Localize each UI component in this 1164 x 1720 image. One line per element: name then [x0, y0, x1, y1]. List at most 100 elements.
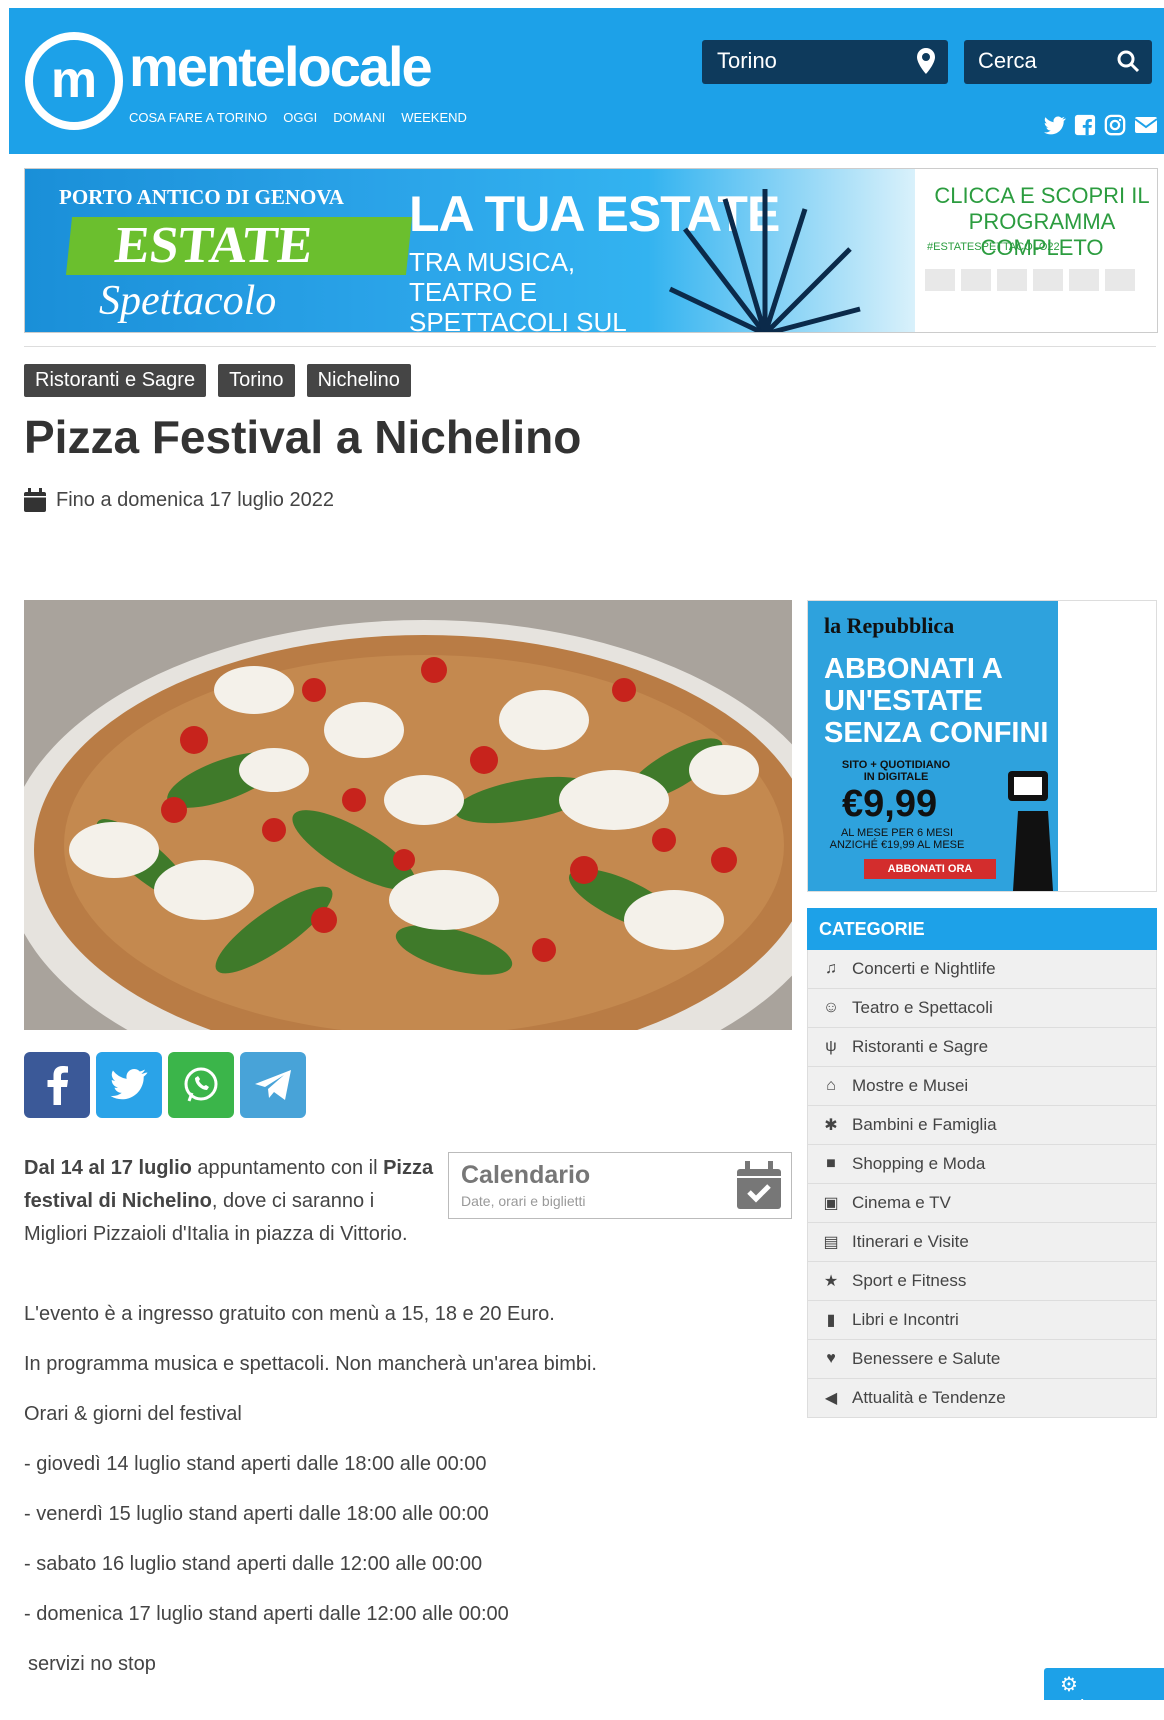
- share-twitter-button[interactable]: [96, 1052, 162, 1118]
- calendar-icon: [24, 488, 46, 512]
- tag-torino[interactable]: Torino: [218, 364, 295, 397]
- article-tags: Ristoranti e Sagre Torino Nichelino: [24, 364, 411, 397]
- category-benessere[interactable]: ♥ Benessere e Salute: [807, 1340, 1157, 1379]
- article-intro: Dal 14 al 17 luglio appuntamento con il …: [24, 1152, 434, 1251]
- sponsor-logo: [997, 269, 1027, 291]
- sponsor-logo: [961, 269, 991, 291]
- category-label: Sport e Fitness: [852, 1271, 967, 1290]
- stroller-icon: ✱: [824, 1117, 838, 1134]
- ad-subscribe-button[interactable]: ABBONATI ORA: [864, 859, 996, 879]
- article-image: [24, 600, 792, 1030]
- telegram-icon: [255, 1070, 291, 1100]
- location-label: Torino: [717, 48, 777, 73]
- ad-headline: ABBONATI A UN'ESTATE SENZA CONFINI: [824, 653, 1049, 749]
- ad-price-note: AL MESE PER 6 MESI ANZICHÉ €19,99 AL MES…: [829, 827, 965, 851]
- tag-nichelino[interactable]: Nichelino: [306, 364, 411, 397]
- paragraph-ingresso: L'evento è a ingresso gratuito con menù …: [24, 1303, 555, 1325]
- category-mostre[interactable]: ⌂ Mostre e Musei: [807, 1067, 1157, 1106]
- share-whatsapp-button[interactable]: [168, 1052, 234, 1118]
- schedule-venerdi: - venerdì 15 luglio stand aperti dalle 1…: [24, 1503, 489, 1525]
- intro-text-1: appuntamento con il: [191, 1157, 384, 1179]
- category-label: Libri e Incontri: [852, 1310, 959, 1329]
- nav-weekend[interactable]: WEEKEND: [401, 110, 467, 125]
- category-label: Attualità e Tendenze: [852, 1388, 1006, 1407]
- ad-figure-graphic: [1008, 771, 1053, 891]
- banner-subline: TRA MUSICA, TEATRO E SPETTACOLI SUL MARE…: [409, 247, 626, 333]
- nav-domani[interactable]: DOMANI: [333, 110, 385, 125]
- social-links: [1044, 114, 1158, 136]
- search-label: Cerca: [978, 48, 1037, 73]
- share-buttons: [24, 1052, 306, 1118]
- category-concerti[interactable]: ♫ Concerti e Nightlife: [807, 950, 1157, 989]
- runner-icon: ★: [823, 1273, 839, 1290]
- category-bambini[interactable]: ✱ Bambini e Famiglia: [807, 1106, 1157, 1145]
- sponsor-logo: [925, 269, 955, 291]
- image-icon: ▤: [823, 1234, 839, 1251]
- category-ristoranti[interactable]: ψ Ristoranti e Sagre: [807, 1028, 1157, 1067]
- paragraph-servizi: servizi no stop: [28, 1653, 156, 1675]
- instagram-icon[interactable]: [1104, 114, 1126, 136]
- share-telegram-button[interactable]: [240, 1052, 306, 1118]
- category-sport[interactable]: ★ Sport e Fitness: [807, 1262, 1157, 1301]
- sponsor-logo: [1105, 269, 1135, 291]
- sponsor-logo: [1033, 269, 1063, 291]
- schedule-domenica: - domenica 17 luglio stand aperti dalle …: [24, 1603, 509, 1625]
- sponsor-logos: [925, 269, 1149, 321]
- categories-title: CATEGORIE: [807, 908, 1157, 950]
- ad-price: €9,99: [842, 783, 938, 825]
- category-label: Concerti e Nightlife: [852, 959, 996, 978]
- agave-graphic: [668, 189, 861, 332]
- banner-side: CLICCA E SCOPRI IL PROGRAMMA COMPLETO #E…: [915, 169, 1157, 332]
- category-cinema[interactable]: ▣ Cinema e TV: [807, 1184, 1157, 1223]
- heart-icon: ♥: [826, 1350, 836, 1367]
- category-label: Mostre e Musei: [852, 1076, 969, 1095]
- banner-hashtag: #ESTATESPETTACOLO22: [927, 241, 1060, 253]
- tag-ristoranti[interactable]: Ristoranti e Sagre: [24, 364, 207, 397]
- facebook-icon: [47, 1066, 68, 1105]
- category-teatro[interactable]: ☺ Teatro e Spettacoli: [807, 989, 1157, 1028]
- nav-cosa-fare[interactable]: COSA FARE A TORINO: [129, 110, 267, 125]
- category-itinerari[interactable]: ▤ Itinerari e Visite: [807, 1223, 1157, 1262]
- ad-banner[interactable]: PORTO ANTICO DI GENOVA ESTATE Spettacolo…: [24, 168, 1158, 333]
- bag-icon: ■: [826, 1155, 836, 1172]
- category-label: Bambini e Famiglia: [852, 1115, 997, 1134]
- category-label: Ristoranti e Sagre: [852, 1037, 989, 1056]
- paragraph-orari: Orari & giorni del festival: [24, 1403, 242, 1425]
- categories-panel: CATEGORIE ♫ Concerti e Nightlife ☺ Teatro …: [807, 908, 1157, 1418]
- category-label: Cinema e TV: [852, 1193, 951, 1212]
- museum-icon: ⌂: [826, 1077, 836, 1094]
- site-header: m mentelocale COSA FARE A TORINO OGGI DO…: [9, 8, 1164, 154]
- privacy-button[interactable]: ⚙ Privacy: [1044, 1668, 1164, 1719]
- ad-brand: la Repubblica: [824, 613, 955, 638]
- calendar-title: Calendario: [461, 1161, 591, 1189]
- cutlery-icon: ψ: [825, 1038, 837, 1055]
- sponsor-logo: [1069, 269, 1099, 291]
- page-title: Pizza Festival a Nichelino: [24, 411, 582, 463]
- logo-icon[interactable]: m: [25, 32, 123, 130]
- category-attualita[interactable]: ◀ Attualità e Tendenze: [807, 1379, 1157, 1418]
- logo-text[interactable]: mentelocale: [129, 34, 433, 99]
- sidebar-ad[interactable]: la Repubblica ABBONATI A UN'ESTATE SENZA…: [807, 600, 1157, 892]
- calendar-widget[interactable]: Calendario Date, orari e biglietti: [448, 1152, 792, 1219]
- event-date: Fino a domenica 17 luglio 2022: [24, 488, 334, 512]
- nav-oggi[interactable]: OGGI: [283, 110, 317, 125]
- intro-bold-dates: Dal 14 al 17 luglio: [24, 1157, 192, 1179]
- film-icon: ▣: [823, 1195, 839, 1212]
- category-libri[interactable]: ▮ Libri e Incontri: [807, 1301, 1157, 1340]
- privacy-label: Privacy: [1060, 1697, 1126, 1719]
- location-selector[interactable]: Torino: [702, 40, 948, 84]
- facebook-icon[interactable]: [1074, 114, 1096, 136]
- banner-top-title: PORTO ANTICO DI GENOVA: [59, 185, 344, 209]
- calendar-check-icon: [737, 1161, 781, 1209]
- paragraph-programma: In programma musica e spettacoli. Non ma…: [24, 1353, 597, 1375]
- event-date-text: Fino a domenica 17 luglio 2022: [56, 488, 334, 511]
- search-icon: [1117, 50, 1140, 73]
- share-facebook-button[interactable]: [24, 1052, 90, 1118]
- logo-letter: m: [50, 51, 98, 109]
- email-icon[interactable]: [1134, 114, 1158, 136]
- schedule-giovedi: - giovedì 14 luglio stand aperti dalle 1…: [24, 1453, 487, 1475]
- category-shopping[interactable]: ■ Shopping e Moda: [807, 1145, 1157, 1184]
- book-icon: ▮: [826, 1312, 836, 1329]
- twitter-icon[interactable]: [1044, 114, 1066, 136]
- search-input[interactable]: Cerca: [964, 40, 1152, 84]
